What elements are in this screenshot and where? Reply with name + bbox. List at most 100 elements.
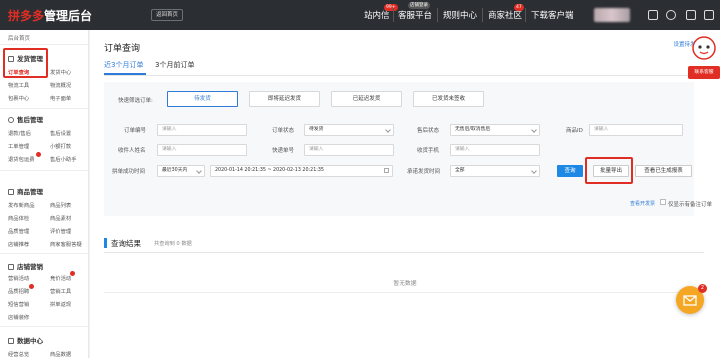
after-sales-icon: [8, 117, 14, 123]
sidebar-item-small-payout[interactable]: 小额打款: [50, 142, 71, 150]
after-sale-status-label: 售后状态: [417, 128, 440, 134]
chat-badge: 2: [698, 284, 707, 293]
quick-filter-shipped-unsigned[interactable]: 已发货未签收: [413, 91, 484, 107]
success-time-label: 拼单成功时间: [112, 169, 146, 175]
sidebar-group-marketing[interactable]: 店铺营销: [8, 261, 43, 271]
order-status-select[interactable]: 待发货: [304, 124, 394, 136]
new-dot: [36, 152, 41, 157]
product-id-input[interactable]: 请输入: [589, 124, 683, 136]
contact-support-button[interactable]: 联系客服: [688, 66, 720, 79]
after-sale-status-value: 无售后/取消售后: [455, 127, 491, 132]
sidebar-item-package-center[interactable]: 包裹中心: [8, 94, 29, 102]
inbox-badge: 99+: [384, 4, 398, 11]
recipient-name-input[interactable]: 请输入: [157, 144, 247, 156]
grid-icon[interactable]: [648, 10, 658, 20]
chevron-down-icon: [385, 127, 391, 133]
highlight-box: [585, 157, 633, 184]
sidebar-item-product-checkup[interactable]: 商品体检: [8, 214, 29, 222]
sidebar-item-merchant-qa[interactable]: 商家客服答疑: [50, 240, 82, 248]
recipient-name-label: 收件人姓名: [118, 148, 146, 154]
mascot-icon[interactable]: [690, 34, 718, 70]
sidebar-item-store-recommend[interactable]: 店铺推荐: [8, 240, 29, 248]
logo[interactable]: 拼多多管理后台: [8, 7, 92, 24]
query-button[interactable]: 查询: [557, 165, 583, 177]
quick-filter-pending-shipment[interactable]: 待发货: [167, 91, 238, 107]
bell-icon[interactable]: [666, 10, 676, 20]
sidebar-item-product-list[interactable]: 商品列表: [50, 201, 71, 209]
chevron-down-icon: [531, 168, 537, 174]
sidebar-group-label: 商品管理: [17, 188, 43, 196]
remark-filter-checkbox[interactable]: [660, 199, 666, 205]
sidebar-item-new-product[interactable]: 发布新商品: [8, 201, 35, 209]
tab-recent-3-months[interactable]: 近3个月订单: [104, 60, 143, 70]
sidebar-item-store-decoration[interactable]: 店铺装修: [8, 313, 29, 321]
time-range-preset-select[interactable]: 最近30天内: [157, 165, 205, 177]
highlight-box: [3, 48, 48, 78]
sidebar-item-sms-marketing[interactable]: 短信营销: [8, 300, 29, 308]
sidebar-item-business-overview[interactable]: 经营总览: [8, 350, 29, 358]
recipient-phone-input[interactable]: 请输入: [450, 144, 540, 156]
sidebar-item-cashback[interactable]: 拼单返现: [50, 300, 71, 308]
chevron-down-icon: [196, 168, 202, 174]
more-filters-link[interactable]: 查看开发票: [630, 200, 655, 207]
tab-older-than-3-months[interactable]: 3个月前订单: [155, 60, 194, 70]
sidebar-item-marketing-events[interactable]: 营销活动: [8, 274, 29, 282]
result-title: 查询结果: [111, 239, 141, 248]
empty-divider: [104, 292, 704, 293]
sidebar: 后台首页 发货管理 订单查询 发货中心 物流工具 物流概况 包裹中心 电子面单 …: [0, 30, 89, 358]
after-sale-status-select[interactable]: 无售后/取消售后: [450, 124, 540, 136]
logo-admin-text: 管理后台: [44, 9, 93, 23]
sidebar-group-label: 数据中心: [17, 337, 43, 345]
quick-filter-label: 快速筛选订单:: [118, 98, 153, 104]
quick-filter-about-to-delay[interactable]: 即将延迟发货: [249, 91, 320, 107]
view-reports-button[interactable]: 查看已生成报表: [635, 165, 692, 177]
sidebar-home-link[interactable]: 后台首页: [8, 34, 30, 42]
menu-icon[interactable]: [704, 10, 714, 20]
recipient-phone-label: 收货手机: [417, 148, 440, 154]
nav-rules-center[interactable]: 规则中心: [443, 9, 477, 21]
sidebar-item-logistics-tools[interactable]: 物流工具: [8, 81, 29, 89]
sidebar-item-logistics-overview[interactable]: 物流概况: [50, 81, 71, 89]
calendar-icon: [384, 168, 389, 173]
logo-brand: 拼多多: [8, 9, 45, 23]
quick-filter-delayed[interactable]: 已延迟发货: [331, 91, 402, 107]
sidebar-group-label: 售后管理: [17, 116, 43, 124]
date-range-picker[interactable]: 2020-01-14 20:21:35 ~ 2020-02-13 20:21:3…: [210, 165, 393, 177]
filter-panel: 快速筛选订单: 待发货 即将延迟发货 已延迟发货 已发货未签收 订单编号 请输入…: [104, 82, 694, 216]
sidebar-item-quality[interactable]: 品质管理: [8, 227, 29, 235]
sidebar-item-work-orders[interactable]: 工单管理: [8, 142, 29, 150]
promise-time-select[interactable]: 全部: [450, 165, 540, 177]
sidebar-group-data-center[interactable]: 数据中心: [8, 335, 43, 345]
sidebar-group-after-sales[interactable]: 售后管理: [8, 114, 43, 124]
sidebar-item-bidding[interactable]: 竞价活动: [50, 274, 71, 282]
sidebar-item-product-materials[interactable]: 商品素材: [50, 214, 71, 222]
community-badge: 47: [514, 4, 524, 11]
time-range-preset-value: 最近30天内: [162, 168, 188, 173]
page-title: 订单查询: [104, 44, 141, 54]
sidebar-divider: [0, 253, 89, 254]
sidebar-item-quality-hiring[interactable]: 品质招聘: [8, 287, 29, 295]
sidebar-divider: [0, 108, 89, 109]
sidebar-item-product-data[interactable]: 商品数据: [50, 350, 71, 358]
nav-download-client[interactable]: 下载客户端: [531, 9, 574, 21]
sidebar-item-refund[interactable]: 退款/售后: [8, 129, 31, 137]
order-status-value: 待发货: [309, 127, 324, 132]
sidebar-divider: [0, 170, 89, 171]
tracking-no-input[interactable]: 请输入: [304, 144, 394, 156]
sidebar-item-marketing-tools[interactable]: 营销工具: [50, 287, 71, 295]
account-name-blurred[interactable]: [594, 8, 630, 22]
customer-service-badge: 店铺登录: [408, 2, 430, 9]
sidebar-item-after-sales-settings[interactable]: 售后设置: [50, 129, 71, 137]
sidebar-item-reviews[interactable]: 评价管理: [50, 227, 71, 235]
empty-state-text: 暂无数据: [393, 281, 417, 287]
back-home-button[interactable]: 返回首页: [151, 9, 184, 21]
order-no-input[interactable]: 请输入: [157, 124, 247, 136]
sidebar-item-after-sales-helper[interactable]: 售后小助手: [50, 155, 77, 163]
sidebar-item-shipping-center[interactable]: 发货中心: [50, 68, 71, 76]
sidebar-item-e-waybill[interactable]: 电子面单: [50, 94, 71, 102]
sidebar-item-return-freight[interactable]: 退货包运费: [8, 155, 35, 163]
message-icon[interactable]: [686, 10, 696, 20]
nav-separator: [393, 8, 394, 22]
nav-customer-service[interactable]: 客服平台: [398, 9, 432, 21]
sidebar-group-products[interactable]: 商品管理: [8, 186, 43, 196]
